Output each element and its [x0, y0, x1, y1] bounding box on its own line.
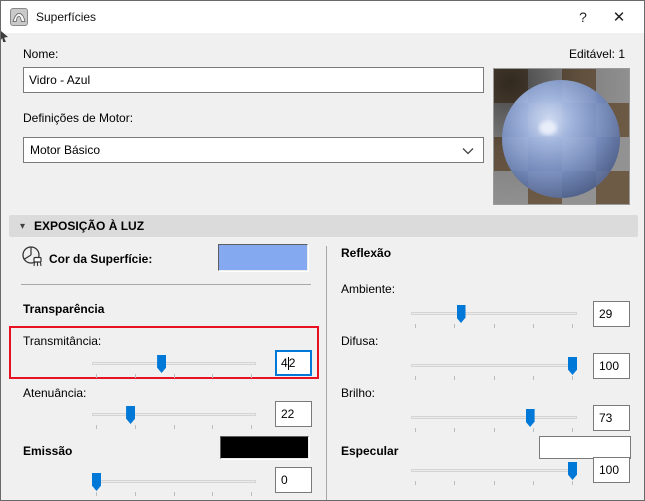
emission-value-input[interactable]: 0	[275, 467, 312, 493]
section-exposicao-a-luz[interactable]: ▾ EXPOSIÇÃO À LUZ	[9, 215, 638, 237]
material-preview	[493, 68, 630, 205]
name-label: Nome:	[23, 47, 59, 61]
diffuse-label: Difusa:	[341, 334, 379, 348]
shine-slider[interactable]	[411, 408, 577, 434]
attenuation-value-input[interactable]: 22	[275, 401, 312, 427]
specular-slider[interactable]	[411, 461, 577, 487]
slider-track	[92, 480, 256, 483]
ambient-label: Ambiente:	[341, 282, 396, 296]
slider-track	[92, 413, 256, 416]
shine-label: Brilho:	[341, 386, 376, 400]
transmittance-label: Transmitância:	[23, 334, 102, 348]
emission-slider[interactable]	[92, 472, 256, 498]
slider-track	[411, 364, 577, 367]
app-icon	[10, 8, 28, 26]
diffuse-value-input[interactable]: 100	[593, 353, 630, 379]
ambient-value-input[interactable]: 29	[593, 301, 630, 327]
transmittance-slider[interactable]	[92, 354, 256, 380]
specular-value-input[interactable]: 100	[593, 457, 630, 483]
engine-dropdown-value: Motor Básico	[30, 143, 101, 157]
slider-thumb[interactable]	[525, 409, 535, 427]
help-button[interactable]: ?	[566, 1, 600, 33]
collapse-triangle-icon: ▾	[20, 220, 26, 232]
emission-title: Emissão	[23, 444, 73, 458]
diffuse-slider[interactable]	[411, 356, 577, 382]
slider-thumb[interactable]	[456, 305, 466, 323]
engine-dropdown[interactable]: Motor Básico	[23, 137, 484, 163]
transparency-title: Transparência	[23, 302, 105, 316]
surfaces-dialog: Superfícies ? ✕ Nome: Editável: 1 Defini…	[0, 0, 645, 501]
slider-track	[92, 362, 256, 365]
slider-track	[411, 416, 577, 419]
slider-ticks	[415, 376, 573, 380]
shine-value-input[interactable]: 73	[593, 405, 630, 431]
slider-ticks	[415, 481, 573, 485]
slider-thumb[interactable]	[92, 473, 101, 491]
material-preview-sphere-image	[494, 69, 629, 204]
emission-color-swatch[interactable]	[220, 436, 309, 459]
surface-color-swatch[interactable]	[218, 244, 308, 271]
chevron-down-icon	[462, 148, 474, 155]
slider-ticks	[96, 492, 252, 496]
slider-thumb[interactable]	[126, 406, 136, 424]
title-bar: Superfícies ? ✕	[1, 1, 644, 33]
slider-ticks	[96, 425, 252, 429]
close-button[interactable]: ✕	[602, 1, 636, 33]
column-divider	[326, 246, 327, 500]
slider-thumb[interactable]	[568, 357, 577, 375]
slider-ticks	[415, 324, 573, 328]
name-input[interactable]	[23, 67, 484, 93]
specular-color-swatch[interactable]	[539, 436, 631, 459]
attenuation-label: Atenuância:	[23, 386, 87, 400]
attenuation-slider[interactable]	[92, 405, 256, 431]
engine-label: Definições de Motor:	[23, 111, 134, 125]
surface-color-icon	[22, 246, 42, 267]
editable-count: Editável: 1	[568, 47, 625, 61]
slider-thumb[interactable]	[157, 355, 167, 373]
slider-thumb[interactable]	[568, 462, 577, 480]
surface-color-label: Cor da Superfície:	[49, 252, 153, 266]
slider-track	[411, 312, 577, 315]
slider-track	[411, 469, 577, 472]
section-title: EXPOSIÇÃO À LUZ	[34, 219, 145, 233]
specular-title: Especular	[341, 444, 399, 458]
reflection-title: Reflexão	[341, 246, 392, 260]
ambient-slider[interactable]	[411, 304, 577, 330]
separator-line	[21, 284, 311, 285]
slider-ticks	[96, 374, 252, 378]
transmittance-value-input[interactable]: 42	[275, 350, 312, 376]
slider-ticks	[415, 428, 573, 432]
window-title: Superfícies	[36, 10, 97, 24]
